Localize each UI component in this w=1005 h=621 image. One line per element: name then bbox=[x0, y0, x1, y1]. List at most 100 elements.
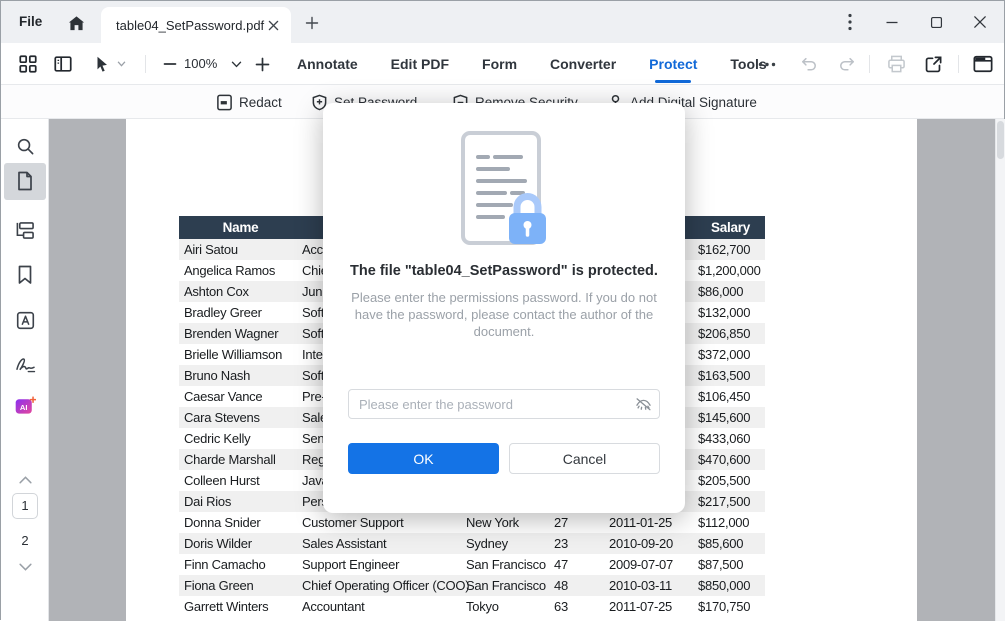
table-cell: Airi Satou bbox=[179, 239, 302, 260]
password-input[interactable] bbox=[348, 389, 660, 419]
print-button[interactable] bbox=[885, 53, 907, 75]
table-cell: Fiona Green bbox=[179, 575, 302, 596]
reading-layout-button[interactable] bbox=[972, 53, 994, 75]
cursor-icon bbox=[93, 55, 111, 73]
password-field-wrapper bbox=[348, 389, 660, 419]
reading-layout-icon bbox=[973, 55, 993, 73]
toolbar-divider bbox=[869, 55, 870, 73]
more-tools-button[interactable] bbox=[756, 53, 778, 75]
dialog-title: The file "table04_SetPassword" is protec… bbox=[323, 263, 685, 279]
maximize-button[interactable] bbox=[923, 10, 949, 34]
page-thumbnails-button[interactable] bbox=[14, 170, 36, 192]
minimize-button[interactable] bbox=[879, 10, 905, 34]
table-cell: Finn Camacho bbox=[179, 554, 302, 575]
signature-panel-button[interactable] bbox=[14, 353, 36, 375]
redact-button[interactable]: Redact bbox=[216, 85, 282, 119]
ok-button[interactable]: OK bbox=[348, 443, 499, 474]
table-cell: San Francisco bbox=[466, 575, 554, 596]
table-cell: $132,000 bbox=[696, 302, 765, 323]
chevron-down-icon bbox=[117, 61, 126, 67]
table-cell: $372,000 bbox=[696, 344, 765, 365]
ai-assistant-button[interactable]: AI bbox=[14, 395, 36, 417]
zoom-out-button[interactable] bbox=[159, 53, 181, 75]
table-cell: $106,450 bbox=[696, 386, 765, 407]
next-page-button[interactable] bbox=[14, 556, 36, 578]
minus-icon bbox=[163, 57, 177, 71]
table-cell: $433,060 bbox=[696, 428, 765, 449]
table-cell: $87,500 bbox=[696, 554, 765, 575]
plus-icon bbox=[305, 16, 319, 30]
scrollbar-thumb[interactable] bbox=[997, 121, 1004, 159]
zoom-in-button[interactable] bbox=[251, 53, 273, 75]
table-cell: 2011-07-25 bbox=[609, 596, 696, 617]
letter-a-icon bbox=[16, 311, 35, 330]
zoom-level[interactable]: 100% bbox=[184, 43, 217, 85]
tab-edit-pdf[interactable]: Edit PDF bbox=[391, 56, 449, 72]
table-cell: Sydney bbox=[466, 533, 554, 554]
new-tab-button[interactable] bbox=[301, 12, 323, 34]
previous-page-button[interactable] bbox=[14, 469, 36, 491]
eye-off-icon bbox=[635, 397, 652, 412]
col-header-name: Name bbox=[179, 216, 302, 239]
search-button[interactable] bbox=[14, 135, 36, 157]
select-tool-dropdown[interactable] bbox=[115, 53, 127, 75]
table-cell: $145,600 bbox=[696, 407, 765, 428]
chevron-down-icon bbox=[231, 61, 242, 68]
bookmarks-panel-button[interactable] bbox=[14, 264, 36, 286]
outline-panel-button[interactable] bbox=[14, 219, 36, 241]
table-cell: San Francisco bbox=[466, 554, 554, 575]
annotations-panel-button[interactable] bbox=[14, 309, 36, 331]
table-row: Finn CamachoSupport EngineerSan Francisc… bbox=[179, 554, 765, 575]
select-tool-button[interactable] bbox=[91, 53, 113, 75]
table-cell: 2010-09-20 bbox=[609, 533, 696, 554]
table-cell: $205,500 bbox=[696, 470, 765, 491]
tab-close-button[interactable] bbox=[265, 17, 281, 33]
side-panel-icon bbox=[53, 54, 73, 74]
svg-text:AI: AI bbox=[20, 403, 28, 412]
undo-button[interactable] bbox=[798, 53, 820, 75]
undo-icon bbox=[800, 56, 818, 72]
zoom-dropdown[interactable] bbox=[225, 53, 247, 75]
kebab-icon bbox=[848, 13, 852, 31]
table-cell: Garrett Winters bbox=[179, 596, 302, 617]
tab-form[interactable]: Form bbox=[482, 56, 517, 72]
table-cell: Bradley Greer bbox=[179, 302, 302, 323]
document-tab[interactable]: table04_SetPassword.pdf bbox=[101, 7, 291, 43]
title-bar: File table04_SetPassword.pdf bbox=[1, 1, 1004, 43]
tab-converter[interactable]: Converter bbox=[550, 56, 616, 72]
vertical-scrollbar[interactable] bbox=[995, 119, 1005, 621]
table-cell: Angelica Ramos bbox=[179, 260, 302, 281]
menu-kebab-button[interactable] bbox=[837, 10, 863, 34]
thumbnail-grid-button[interactable] bbox=[17, 53, 39, 75]
table-cell: $206,850 bbox=[696, 323, 765, 344]
home-button[interactable] bbox=[65, 12, 87, 34]
file-menu[interactable]: File bbox=[19, 1, 42, 43]
chevron-up-icon bbox=[19, 476, 32, 484]
table-cell: Bruno Nash bbox=[179, 365, 302, 386]
table-cell: 2010-03-11 bbox=[609, 575, 696, 596]
side-panel-button[interactable] bbox=[52, 53, 74, 75]
tab-title: table04_SetPassword.pdf bbox=[116, 18, 265, 33]
table-cell: 47 bbox=[554, 554, 609, 575]
table-cell: Chief Operating Officer (COO) bbox=[302, 575, 466, 596]
table-cell: Support Engineer bbox=[302, 554, 466, 575]
col-header-salary: Salary bbox=[696, 216, 765, 239]
tab-annotate[interactable]: Annotate bbox=[297, 56, 358, 72]
maximize-icon bbox=[930, 16, 943, 29]
close-icon bbox=[268, 20, 279, 31]
page-number-current[interactable]: 1 bbox=[12, 493, 38, 519]
tab-protect[interactable]: Protect bbox=[649, 56, 697, 72]
page-number-2[interactable]: 2 bbox=[1, 533, 49, 548]
window-close-button[interactable] bbox=[967, 10, 993, 34]
share-export-button[interactable] bbox=[922, 53, 944, 75]
redo-button[interactable] bbox=[836, 53, 858, 75]
table-cell: Donna Snider bbox=[179, 512, 302, 533]
table-cell: $162,700 bbox=[696, 239, 765, 260]
cancel-button[interactable]: Cancel bbox=[509, 443, 660, 474]
redo-icon bbox=[838, 56, 856, 72]
table-cell: $112,000 bbox=[696, 512, 765, 533]
toggle-password-visibility-button[interactable] bbox=[634, 395, 652, 413]
table-cell: Doris Wilder bbox=[179, 533, 302, 554]
table-cell: Brielle Williamson bbox=[179, 344, 302, 365]
table-cell: 63 bbox=[554, 596, 609, 617]
